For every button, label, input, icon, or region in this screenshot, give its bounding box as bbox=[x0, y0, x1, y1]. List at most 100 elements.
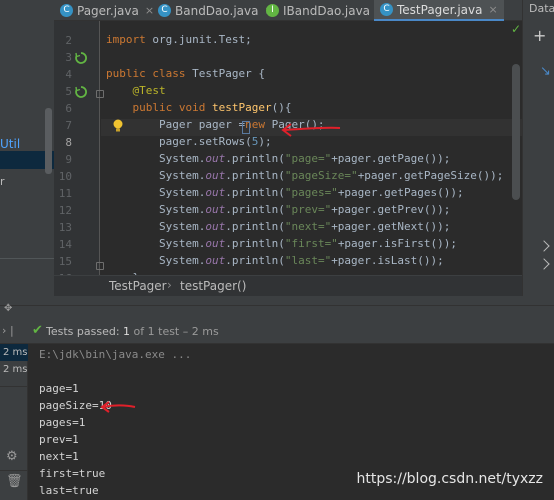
code-token: public void bbox=[106, 101, 212, 114]
line-number[interactable]: 8 bbox=[54, 136, 72, 149]
class-icon: C bbox=[158, 4, 171, 17]
breadcrumb-class[interactable]: TestPager bbox=[109, 279, 167, 293]
run-status-bar: › | ✔ Tests passed: 1 of 1 test – 2 ms bbox=[0, 320, 554, 344]
code-token: public class bbox=[106, 67, 193, 80]
code-line[interactable]: System.out.println("next="+pager.getNext… bbox=[106, 218, 450, 235]
annotation-arrow bbox=[100, 401, 136, 413]
annotation-arrow bbox=[281, 123, 341, 137]
code-token: TestPager { bbox=[192, 67, 265, 80]
console-line: page=1 bbox=[39, 382, 79, 395]
line-number[interactable]: 6 bbox=[54, 102, 72, 115]
code-line[interactable]: public class TestPager { bbox=[106, 65, 265, 82]
code-token: System. bbox=[106, 152, 206, 165]
code-token: System. bbox=[106, 169, 206, 182]
code-token: out bbox=[205, 254, 226, 267]
code-token: out bbox=[205, 220, 226, 233]
code-token: out bbox=[205, 203, 226, 216]
test-duration[interactable]: 2 ms bbox=[3, 347, 28, 358]
code-token: (){ bbox=[271, 101, 292, 114]
side-divider bbox=[0, 470, 28, 471]
code-line[interactable]: System.out.println("pageSize="+pager.get… bbox=[106, 167, 503, 184]
code-token: "last=" bbox=[284, 254, 332, 267]
line-number[interactable]: 14 bbox=[54, 238, 72, 251]
database-tab[interactable]: Data bbox=[529, 2, 554, 15]
line-number[interactable]: 10 bbox=[54, 170, 72, 183]
code-token: out bbox=[205, 152, 226, 165]
no-problems-check-icon[interactable]: ✓ bbox=[511, 22, 521, 36]
code-token: "page=" bbox=[284, 152, 332, 165]
line-number[interactable]: 9 bbox=[54, 153, 72, 166]
line-number[interactable]: 5 bbox=[54, 85, 72, 98]
line-number[interactable]: 4 bbox=[54, 68, 72, 81]
code-line[interactable]: @Test bbox=[106, 82, 166, 99]
code-token: +pager.getPage()); bbox=[331, 152, 451, 165]
tests-passed-check-icon: ✔ bbox=[32, 323, 43, 338]
delete-icon[interactable]: 🗑 bbox=[6, 474, 23, 489]
code-line[interactable]: pager.setRows(5); bbox=[106, 133, 272, 150]
code-token: out bbox=[205, 186, 226, 199]
line-number[interactable]: 7 bbox=[54, 119, 72, 132]
project-item-util[interactable]: Util bbox=[0, 137, 20, 151]
code-token: testPager bbox=[211, 101, 272, 114]
breadcrumb-method[interactable]: testPager() bbox=[180, 279, 246, 293]
tab-banddao-java[interactable]: C BandDao.java × bbox=[158, 0, 274, 21]
tests-passed-detail: of 1 test – 2 ms bbox=[133, 325, 219, 338]
code-line[interactable]: System.out.println("pages="+pager.getPag… bbox=[106, 184, 464, 201]
code-token: System. bbox=[106, 220, 206, 233]
line-number[interactable]: 13 bbox=[54, 221, 72, 234]
tab-ibanddao-java[interactable]: I IBandDao.java × bbox=[266, 0, 385, 21]
line-number[interactable]: 2 bbox=[54, 34, 72, 47]
watermark-text: https://blog.csdn.net/tyxzz bbox=[356, 471, 543, 487]
code-token: out bbox=[205, 237, 226, 250]
run-panel-header bbox=[0, 296, 554, 306]
class-icon: C bbox=[380, 3, 393, 16]
code-token: Pager pager = bbox=[106, 118, 246, 131]
code-token: ); bbox=[258, 135, 272, 148]
fold-marker-icon[interactable] bbox=[96, 262, 104, 270]
code-line[interactable]: import org.junit.Test; bbox=[106, 31, 252, 48]
tab-label: Pager.java bbox=[77, 3, 139, 18]
code-line[interactable]: public void testPager(){ bbox=[106, 99, 291, 116]
code-line[interactable]: System.out.println("last="+pager.isLast(… bbox=[106, 252, 444, 269]
close-icon[interactable]: × bbox=[488, 3, 497, 16]
intention-bulb-icon[interactable] bbox=[113, 119, 123, 136]
code-line[interactable]: System.out.println("page="+pager.getPage… bbox=[106, 150, 450, 167]
split-handle-icon[interactable]: ✥ bbox=[4, 303, 12, 314]
line-number[interactable]: 12 bbox=[54, 204, 72, 217]
close-icon[interactable]: × bbox=[145, 4, 154, 17]
side-divider bbox=[0, 386, 28, 387]
line-number[interactable]: 3 bbox=[54, 51, 72, 64]
class-icon: C bbox=[60, 4, 73, 17]
code-line[interactable]: System.out.println("prev="+pager.getPrev… bbox=[106, 201, 450, 218]
collapse-arrow-icon[interactable]: ↘ bbox=[540, 64, 551, 79]
breadcrumb-separator: › bbox=[167, 278, 172, 292]
editor-tab-bar: C Pager.java × C BandDao.java × I IBandD… bbox=[54, 0, 522, 21]
editor-scrollbar[interactable] bbox=[512, 64, 520, 200]
add-icon[interactable]: + bbox=[533, 26, 546, 45]
code-token: .println( bbox=[225, 220, 285, 233]
code-token: +pager.getPages()); bbox=[337, 186, 464, 199]
code-token: .println( bbox=[225, 152, 285, 165]
tab-pager-java[interactable]: C Pager.java × bbox=[60, 0, 154, 21]
code-token: "first=" bbox=[284, 237, 338, 250]
fold-marker-icon[interactable] bbox=[96, 90, 104, 98]
tests-passed-label: Tests passed: bbox=[46, 325, 120, 338]
code-token: "pageSize=" bbox=[284, 169, 358, 182]
code-line[interactable]: System.out.println("first="+pager.isFirs… bbox=[106, 235, 457, 252]
project-item-partial[interactable]: r bbox=[0, 175, 5, 188]
interface-icon: I bbox=[266, 4, 279, 17]
run-test-icon[interactable] bbox=[75, 86, 87, 98]
code-token: .println( bbox=[225, 254, 285, 267]
code-token: out bbox=[205, 169, 226, 182]
code-token: @Test bbox=[106, 84, 166, 97]
tab-label: IBandDao.java bbox=[283, 3, 371, 18]
project-scrollbar[interactable] bbox=[45, 108, 52, 174]
expand-icon[interactable]: › bbox=[2, 324, 6, 337]
settings-gear-icon[interactable]: ⚙ bbox=[6, 449, 18, 464]
code-token: System. bbox=[106, 186, 206, 199]
run-test-icon[interactable] bbox=[75, 52, 87, 64]
test-duration[interactable]: 2 ms bbox=[3, 364, 28, 375]
line-number[interactable]: 15 bbox=[54, 255, 72, 268]
tab-testpager-java[interactable]: C TestPager.java × bbox=[374, 0, 504, 21]
line-number[interactable]: 11 bbox=[54, 187, 72, 200]
